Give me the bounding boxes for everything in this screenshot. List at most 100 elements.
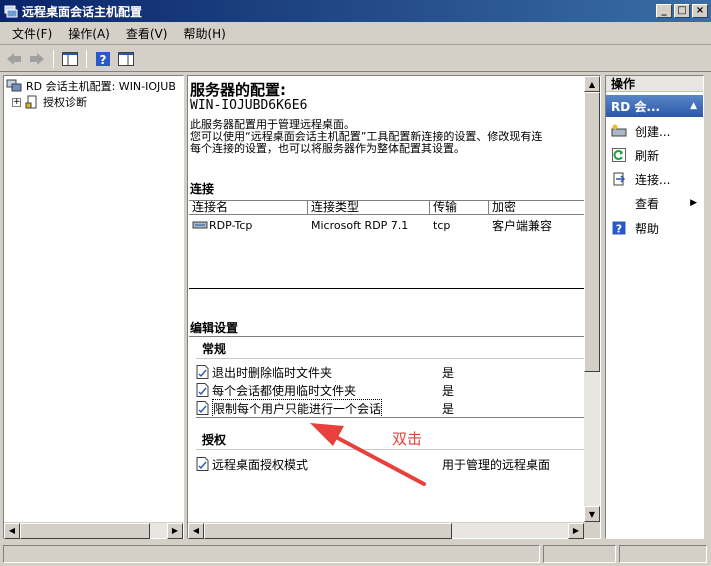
status-cell-2: [543, 545, 616, 563]
action-help[interactable]: ? 帮助: [611, 219, 701, 237]
status-cell-3: [619, 545, 707, 563]
help-button[interactable]: ?: [93, 49, 113, 69]
description-line-3: 每个连接的设置，也可以将服务器作为整体配置其设置。: [190, 142, 465, 155]
scroll-right-button[interactable]: ▶: [568, 522, 584, 539]
scroll-left-button[interactable]: ◀: [188, 522, 204, 539]
setting-value: 是: [442, 365, 455, 380]
diagnosis-icon: [25, 95, 37, 109]
create-connection-icon: [611, 123, 627, 139]
actions-subheader-label: RD 会...: [611, 99, 661, 114]
center-horizontal-scrollbar[interactable]: ◀ ▶: [188, 522, 584, 539]
left-horizontal-scrollbar[interactable]: ◀ ▶: [4, 522, 183, 539]
scroll-thumb[interactable]: [204, 522, 452, 539]
column-header-transport[interactable]: 传输: [430, 201, 489, 214]
action-create[interactable]: 创建...: [611, 122, 701, 140]
connections-title: 连接: [190, 182, 215, 196]
action-refresh[interactable]: 刷新: [611, 146, 701, 164]
back-arrow-icon: [7, 52, 21, 65]
scroll-corner: [584, 522, 600, 538]
licensing-group-title: 授权: [202, 433, 227, 447]
connections-table-header: 连接名 连接类型 传输 加密: [189, 200, 585, 215]
server-name: WIN-IOJUBD6K6E6: [190, 98, 308, 113]
setting-row-temp-per-session[interactable]: 每个会话都使用临时文件夹 是: [196, 382, 584, 398]
setting-doc-icon: [196, 383, 209, 397]
back-button[interactable]: [4, 49, 24, 69]
minimize-button[interactable]: _: [656, 4, 672, 18]
menu-help[interactable]: 帮助(H): [175, 25, 233, 42]
setting-row-single-session[interactable]: 限制每个用户只能进行一个会话 是: [196, 398, 584, 418]
toolbar-separator: [53, 49, 54, 68]
rd-config-icon: [6, 79, 22, 92]
setting-doc-icon: [196, 365, 209, 379]
maximize-button[interactable]: □: [674, 4, 690, 18]
vertical-scroll-thumb[interactable]: [584, 92, 600, 372]
setting-doc-icon: [196, 401, 209, 415]
annotation-label: 双击: [392, 430, 423, 448]
scroll-left-button[interactable]: ◀: [4, 522, 20, 539]
show-hide-tree-button[interactable]: [60, 49, 80, 69]
menu-bar: 文件(F) 操作(A) 查看(V) 帮助(H): [0, 23, 711, 45]
setting-doc-icon: [196, 457, 209, 471]
action-label: 连接...: [635, 172, 671, 187]
console-tree-pane: RD 会话主机配置: WIN-IOJUB + 授权诊断 ◀ ▶: [3, 75, 184, 539]
action-label: 刷新: [635, 148, 660, 163]
app-icon: [3, 3, 19, 19]
help-icon: ?: [611, 220, 627, 236]
action-view[interactable]: 查看 ▶: [611, 194, 701, 212]
tree-item-licensing-diagnosis[interactable]: + 授权诊断: [12, 94, 87, 110]
show-hide-action-pane-button[interactable]: [116, 49, 136, 69]
submenu-arrow-icon: ▶: [690, 198, 697, 208]
scroll-right-button[interactable]: ▶: [167, 522, 183, 539]
connection-type: Microsoft RDP 7.1: [311, 218, 409, 232]
actions-pane: 操作 RD 会... ▲ 创建... 刷新 连接... 查看 ▶ ? 帮助: [605, 75, 704, 539]
connections-table-border: [189, 288, 585, 289]
setting-name: 每个会话都使用临时文件夹: [212, 383, 357, 398]
collapse-arrow-icon[interactable]: ▲: [690, 101, 697, 111]
table-row[interactable]: RDP-Tcp Microsoft RDP 7.1 tcp 客户端兼容: [189, 217, 585, 233]
action-label: 查看: [635, 196, 660, 211]
console-tree-icon: [62, 51, 78, 66]
view-blank-icon: [611, 195, 627, 211]
setting-name: 退出时删除临时文件夹: [212, 365, 333, 380]
toolbar: ?: [0, 46, 711, 72]
tree-child-label: 授权诊断: [43, 96, 87, 109]
setting-row-delete-temp[interactable]: 退出时删除临时文件夹 是: [196, 364, 584, 380]
title-bar: 远程桌面会话主机配置 _ □ ×: [0, 0, 711, 22]
connection-encryption: 客户端兼容: [492, 218, 553, 233]
help-icon: ?: [96, 51, 110, 67]
tree-item-rd-config[interactable]: RD 会话主机配置: WIN-IOJUB: [6, 78, 176, 94]
menu-view[interactable]: 查看(V): [118, 25, 176, 42]
actions-title: 操作: [606, 76, 703, 92]
status-bar: [0, 542, 711, 566]
action-pane-icon: [118, 51, 134, 66]
scroll-up-button[interactable]: ▲: [584, 76, 600, 92]
scroll-thumb[interactable]: [20, 522, 150, 539]
column-header-type[interactable]: 连接类型: [308, 201, 430, 214]
actions-subheader[interactable]: RD 会... ▲: [606, 95, 703, 117]
tree-expander[interactable]: +: [12, 97, 21, 107]
general-group-divider: [196, 358, 584, 359]
action-label: 帮助: [635, 221, 660, 236]
setting-name: 远程桌面授权模式: [212, 457, 309, 472]
connection-name: RDP-Tcp: [209, 218, 253, 232]
edit-settings-border: [189, 336, 585, 337]
refresh-icon: [611, 147, 627, 163]
scroll-down-button[interactable]: ▼: [584, 506, 600, 522]
setting-value: 是: [442, 383, 455, 398]
connection-transport: tcp: [433, 218, 451, 232]
action-connect[interactable]: 连接...: [611, 170, 701, 188]
general-group-title: 常规: [202, 342, 227, 356]
close-button[interactable]: ×: [692, 4, 708, 18]
page-title: 服务器的配置:: [190, 81, 286, 99]
connection-icon: [192, 221, 208, 229]
forward-arrow-icon: [30, 52, 44, 65]
menu-action[interactable]: 操作(A): [60, 25, 118, 42]
tree-root-label: RD 会话主机配置: WIN-IOJUB: [26, 80, 176, 93]
center-vertical-scrollbar[interactable]: ▲ ▼: [584, 76, 600, 522]
column-header-name[interactable]: 连接名: [189, 201, 308, 214]
svg-text:?: ?: [100, 53, 107, 67]
action-label: 创建...: [635, 124, 671, 139]
menu-file[interactable]: 文件(F): [4, 25, 60, 42]
forward-button[interactable]: [27, 49, 47, 69]
column-header-encryption[interactable]: 加密: [489, 201, 585, 214]
